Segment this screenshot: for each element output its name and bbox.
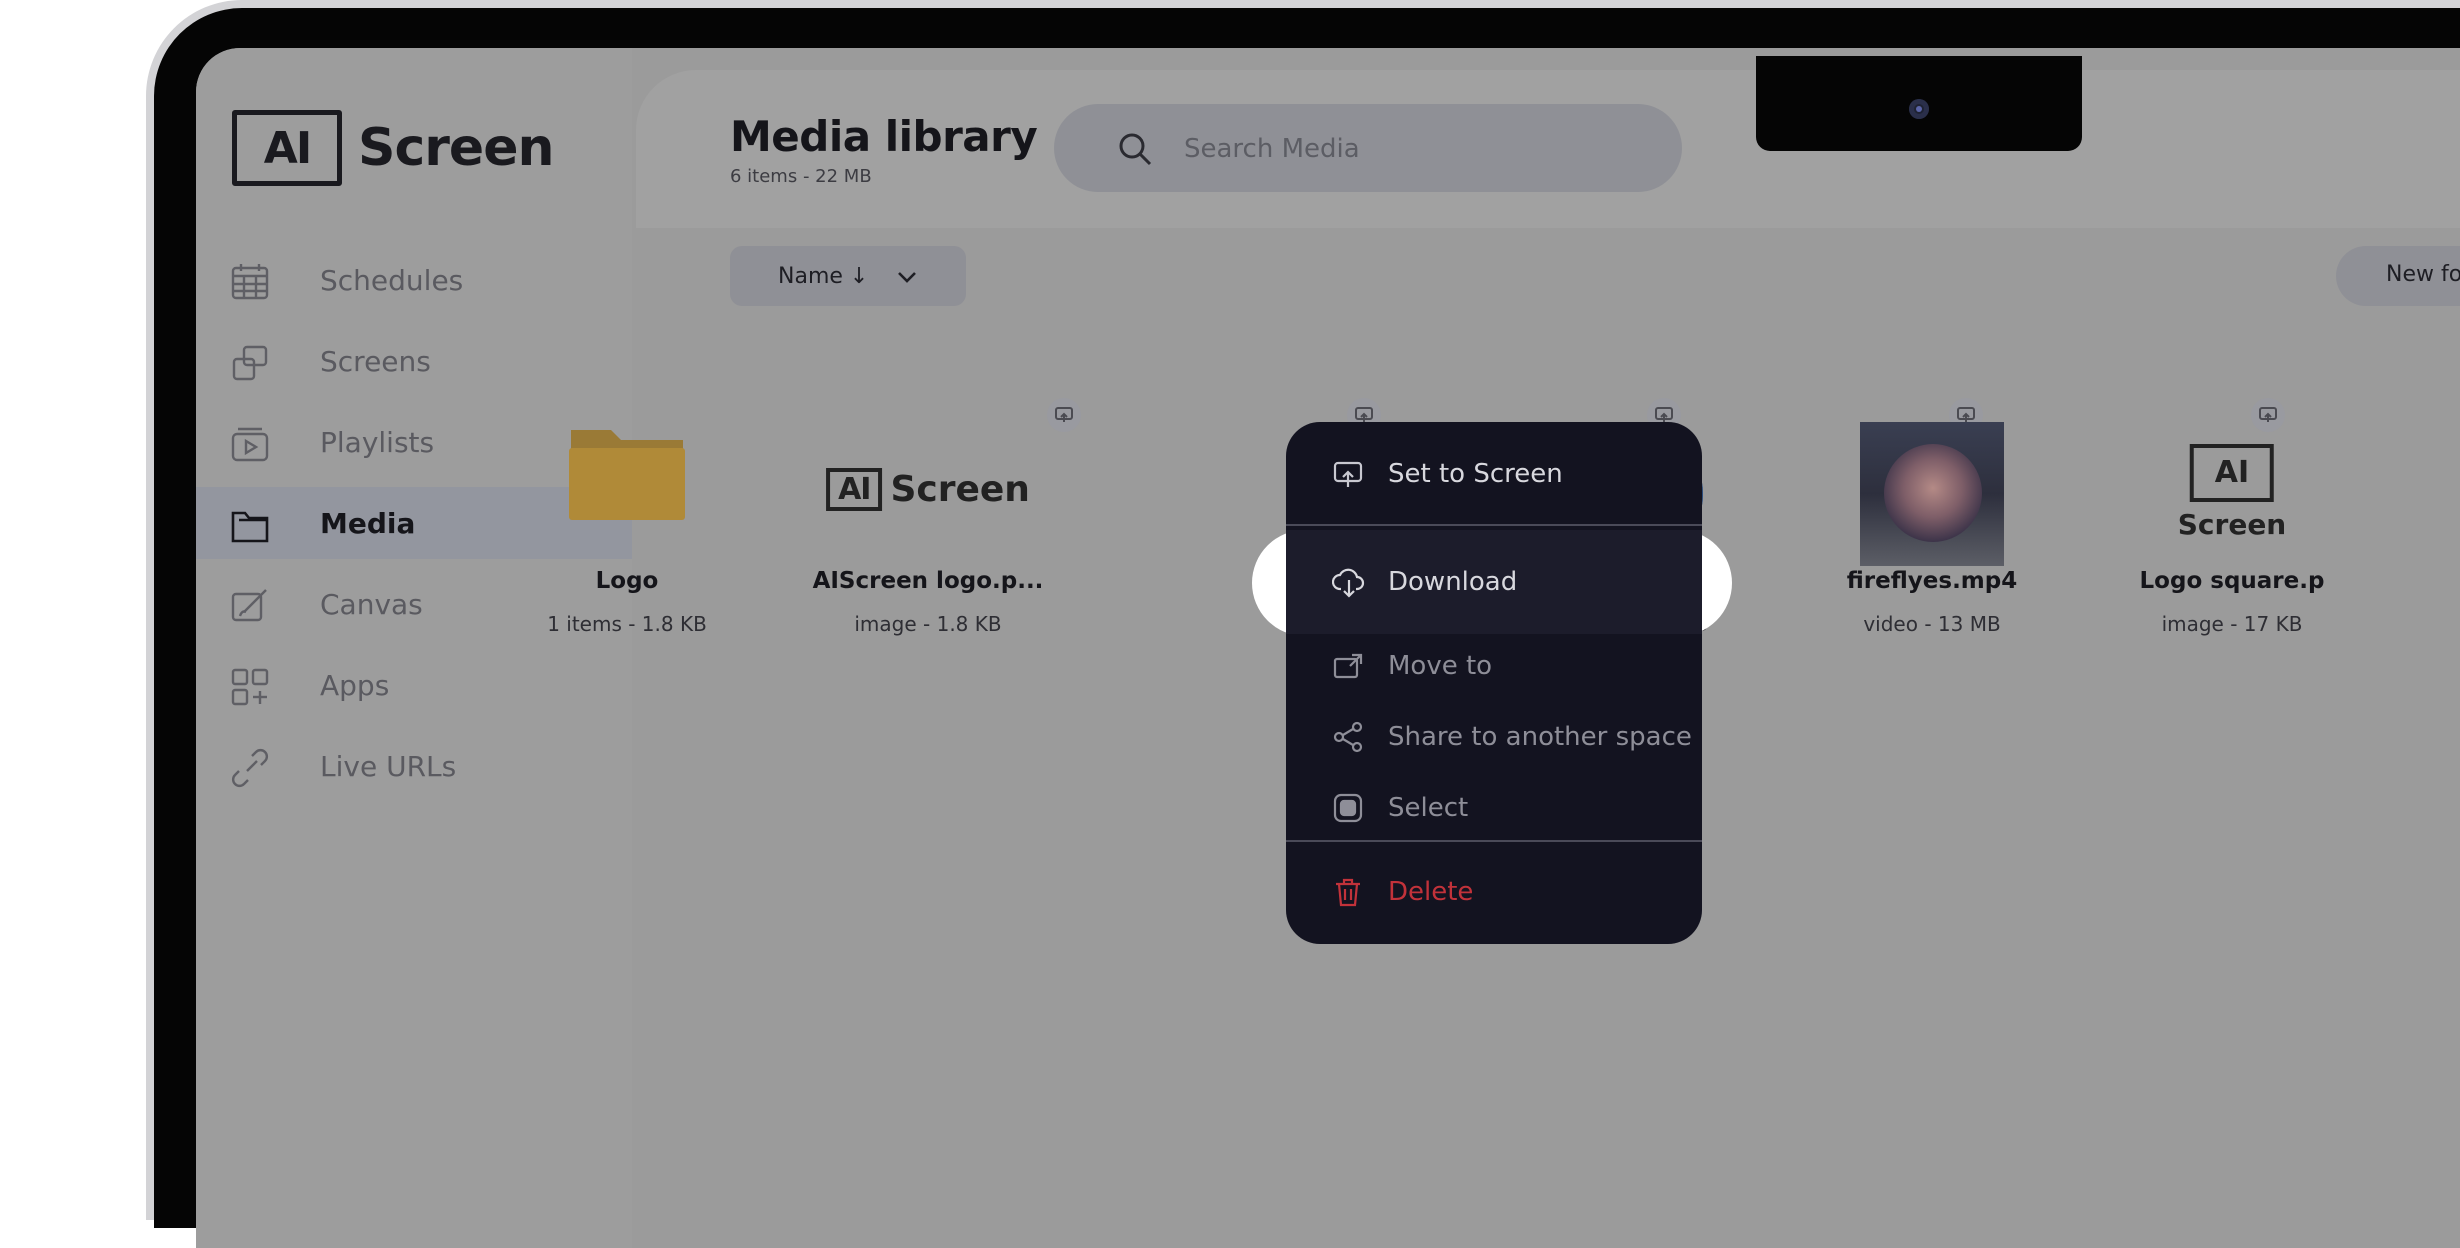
fireflies-thumb: [1860, 422, 2004, 566]
media-item[interactable]: AI Screen Logo square.p image - 17 KB: [2082, 422, 2382, 662]
sidebar-item-label: Schedules: [320, 263, 464, 297]
app-logo[interactable]: AI Screen: [232, 110, 554, 186]
cast-icon: [1333, 461, 1363, 487]
media-meta: image - 17 KB: [2161, 612, 2303, 636]
new-folder-label: New fol: [2386, 262, 2460, 287]
camera-icon: [1909, 99, 1929, 119]
thumb-logo-word: Screen: [2177, 508, 2287, 541]
new-folder-button[interactable]: New fol: [2336, 246, 2460, 306]
media-meta: video - 13 MB: [1863, 612, 2001, 636]
media-meta: 1 items - 1.8 KB: [547, 612, 707, 636]
sort-label: Name ↓: [778, 263, 869, 289]
menu-divider: [1286, 524, 1702, 526]
media-item[interactable]: Logo 1 items - 1.8 KB: [477, 422, 777, 662]
camera-notch: [1756, 56, 2082, 151]
menu-item-label: Delete: [1388, 877, 1474, 907]
page-title: Media library: [730, 112, 1038, 161]
menu-item-move-to[interactable]: Move to: [1286, 632, 1702, 700]
menu-item-download[interactable]: Download: [1286, 530, 1702, 634]
calendar-icon: [231, 264, 269, 300]
sidebar-item-label: Live URLs: [320, 749, 457, 783]
sidebar-item-label: Screens: [320, 344, 431, 378]
menu-item-label: Download: [1388, 567, 1518, 597]
media-meta: image - 1.8 KB: [854, 612, 1002, 636]
sidebar-item-label: Apps: [320, 668, 390, 702]
share-icon: [1333, 721, 1363, 753]
media-name: fireflyes.mp4: [1846, 568, 2018, 594]
menu-item-label: Move to: [1388, 651, 1493, 681]
apps-icon: [231, 668, 269, 706]
cloud-download-icon: [1332, 568, 1365, 598]
search-input[interactable]: [1182, 126, 1646, 172]
thumb-logo-word: Screen: [890, 469, 1030, 510]
folder-icon: [231, 511, 269, 543]
menu-item-label: Select: [1388, 793, 1469, 823]
search-bar[interactable]: [1054, 104, 1682, 192]
menu-item-label: Share to another space: [1388, 722, 1692, 752]
logo-text: Screen: [358, 118, 554, 178]
logo-square-thumb: AI Screen: [2177, 444, 2287, 541]
sidebar-item-label: Playlists: [320, 425, 435, 459]
sidebar-item-screens[interactable]: Screens: [196, 325, 632, 397]
link-icon: [232, 749, 268, 787]
media-name: Logo square.p: [2139, 568, 2325, 594]
menu-item-share[interactable]: Share to another space: [1286, 703, 1702, 771]
folder-thumb-icon: [569, 430, 685, 520]
thumb-logo-box: AI: [2190, 444, 2274, 502]
menu-item-delete[interactable]: Delete: [1286, 858, 1702, 926]
search-icon: [1119, 133, 1152, 166]
logo-mark: AI: [232, 110, 342, 186]
media-item[interactable]: AI Screen AIScreen logo.p... image - 1.8…: [778, 422, 1078, 662]
media-name: Logo: [595, 568, 659, 594]
page-subtitle: 6 items - 22 MB: [730, 166, 872, 187]
sidebar-item-label: Media: [320, 506, 416, 540]
context-menu: Set to Screen Download Move to Share to …: [1286, 422, 1702, 944]
sidebar-item-label: Canvas: [320, 587, 423, 621]
sidebar-item-schedules[interactable]: Schedules: [196, 244, 632, 316]
media-name: AIScreen logo.p...: [812, 568, 1044, 594]
menu-item-select[interactable]: Select: [1286, 774, 1702, 842]
menu-item-set-to-screen[interactable]: Set to Screen: [1286, 440, 1702, 508]
move-icon: [1333, 653, 1363, 679]
aiscreen-logo-thumb: AI Screen: [826, 468, 1030, 511]
trash-icon: [1336, 878, 1360, 907]
sort-dropdown[interactable]: Name ↓: [730, 246, 966, 306]
checkbox-icon: [1333, 793, 1363, 823]
playlist-icon: [231, 427, 269, 462]
media-item[interactable]: fireflyes.mp4 video - 13 MB: [1782, 422, 2082, 662]
canvas-icon: [231, 589, 267, 622]
screens-icon: [232, 345, 268, 381]
menu-item-label: Set to Screen: [1388, 459, 1563, 489]
chevron-down-icon: [898, 272, 916, 283]
thumb-logo-box: AI: [826, 468, 883, 511]
sidebar-item-live-urls[interactable]: Live URLs: [196, 730, 632, 802]
menu-divider: [1286, 840, 1702, 842]
app-screen: AI Screen Schedules Screens Playlists Me…: [196, 48, 2460, 1248]
